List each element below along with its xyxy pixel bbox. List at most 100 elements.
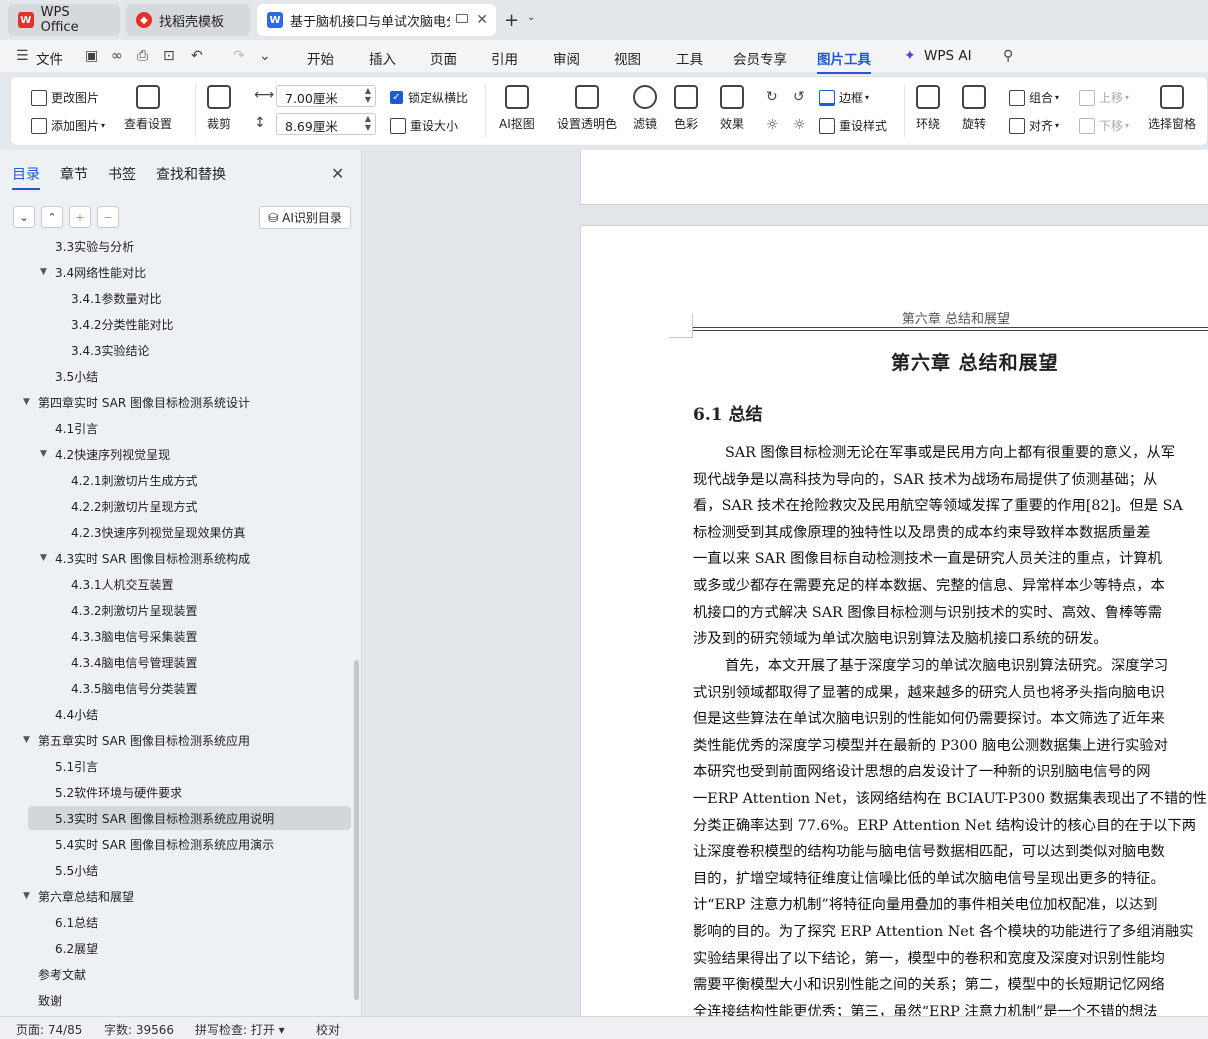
toc-item[interactable]: 4.2.3快速序列视觉呈现效果仿真 bbox=[0, 520, 355, 544]
menu-tools[interactable]: 工具 bbox=[676, 48, 703, 68]
change-picture-button[interactable]: 更改图片 bbox=[31, 89, 99, 106]
redo-icon[interactable]: ↷ bbox=[233, 48, 245, 64]
toc-item[interactable]: 5.2软件环境与硬件要求 bbox=[0, 780, 355, 804]
print-icon[interactable]: ⎙ bbox=[137, 48, 148, 64]
sidebar-scrollbar[interactable] bbox=[354, 660, 359, 1000]
align-button[interactable]: 对齐 ▾ bbox=[1009, 117, 1059, 134]
move-up-button[interactable]: 上移 ▾ bbox=[1079, 89, 1129, 106]
remove-heading-button[interactable]: − bbox=[97, 206, 119, 228]
menu-home[interactable]: 开始 bbox=[307, 48, 334, 68]
tab-template[interactable]: ◆ 找稻壳模板 bbox=[126, 4, 250, 36]
filter-button[interactable]: 滤镜 bbox=[633, 85, 657, 132]
collapse-up-button[interactable]: ⌃ bbox=[41, 206, 63, 228]
toc-item[interactable]: 4.3.3脑电信号采集装置 bbox=[0, 624, 355, 648]
menu-wps-ai[interactable]: WPS AI bbox=[924, 48, 972, 64]
menu-insert[interactable]: 插入 bbox=[369, 48, 396, 68]
print-preview-icon[interactable]: ⊡ bbox=[163, 48, 175, 64]
toc-item[interactable]: 3.5小结 bbox=[0, 364, 355, 388]
toc-item[interactable]: 5.1引言 bbox=[0, 754, 355, 778]
menu-file[interactable]: 文件 bbox=[36, 48, 63, 68]
toc-item[interactable]: 4.3.5脑电信号分类装置 bbox=[0, 676, 355, 700]
color-button[interactable]: 色彩 bbox=[674, 85, 698, 132]
move-down-button[interactable]: 下移 ▾ bbox=[1079, 117, 1129, 134]
width-input[interactable]: 7.00厘米 ▲ ▼ bbox=[276, 85, 376, 107]
tab-bookmarks[interactable]: 书签 bbox=[108, 164, 136, 184]
height-input[interactable]: 8.69厘米 ▲ ▼ bbox=[276, 113, 376, 135]
menu-member[interactable]: 会员专享 bbox=[733, 48, 787, 68]
expand-arrow-icon[interactable]: ▼ bbox=[23, 891, 30, 901]
tab-chapters[interactable]: 章节 bbox=[60, 164, 88, 184]
selection-pane-button[interactable]: 选择窗格 bbox=[1148, 85, 1196, 132]
brightness-down-icon[interactable]: ☼ bbox=[793, 117, 806, 133]
menu-review[interactable]: 审阅 bbox=[553, 48, 580, 68]
toc-item[interactable]: 4.3.4脑电信号管理装置 bbox=[0, 650, 355, 674]
close-sidebar-icon[interactable]: ✕ bbox=[331, 164, 344, 183]
toc-item[interactable]: ▼ 4.2快速序列视觉呈现 bbox=[0, 442, 355, 466]
expand-arrow-icon[interactable]: ▼ bbox=[40, 553, 47, 563]
stepper-icon[interactable]: ▲ ▼ bbox=[365, 86, 371, 104]
toc-item[interactable]: ▼ 第六章总结和展望 bbox=[0, 884, 355, 908]
border-button[interactable]: 边框 ▾ bbox=[819, 89, 869, 106]
tab-document[interactable]: W 基于脑机接口与单试次脑电分 ✕ bbox=[257, 4, 496, 36]
toc-item[interactable]: 4.2.1刺激切片生成方式 bbox=[0, 468, 355, 492]
toc-item[interactable]: ▼ 第五章实时 SAR 图像目标检测系统应用 bbox=[0, 728, 355, 752]
menu-picture-tools[interactable]: 图片工具 bbox=[817, 48, 871, 74]
toc-item[interactable]: ▼ 3.4网络性能对比 bbox=[0, 260, 355, 284]
ai-toc-button[interactable]: ⛁ AI识别目录 bbox=[259, 206, 351, 229]
stepper-icon[interactable]: ▲ ▼ bbox=[365, 114, 371, 132]
chevron-down-icon[interactable]: ⌄ bbox=[527, 12, 535, 23]
set-transparent-button[interactable]: 设置透明色 bbox=[557, 85, 617, 132]
hamburger-icon[interactable]: ☰ bbox=[16, 48, 29, 64]
collapse-down-button[interactable]: ⌄ bbox=[13, 206, 35, 228]
spell-check-toggle[interactable]: 拼写检查: 打开 ▾ bbox=[195, 1021, 285, 1038]
tab-wps-office[interactable]: W WPS Office bbox=[8, 4, 120, 36]
rotate-left-icon[interactable]: ↻ bbox=[766, 89, 778, 105]
expand-arrow-icon[interactable]: ▼ bbox=[40, 449, 47, 459]
toc-item[interactable]: 致谢 bbox=[0, 988, 355, 1012]
new-tab-icon[interactable]: + bbox=[504, 10, 519, 31]
expand-arrow-icon[interactable]: ▼ bbox=[23, 397, 30, 407]
save-icon[interactable]: ▣ bbox=[85, 48, 98, 64]
reset-style-button[interactable]: 重设样式 bbox=[819, 117, 887, 134]
toc-item[interactable]: 4.4小结 bbox=[0, 702, 355, 726]
tab-find-replace[interactable]: 查找和替换 bbox=[156, 164, 226, 184]
toc-item[interactable]: 4.2.2刺激切片呈现方式 bbox=[0, 494, 355, 518]
effect-button[interactable]: 效果 bbox=[720, 85, 744, 132]
rotate-right-icon[interactable]: ↺ bbox=[793, 89, 805, 105]
group-button[interactable]: 组合 ▾ bbox=[1009, 89, 1059, 106]
toc-item[interactable]: 5.5小结 bbox=[0, 858, 355, 882]
crop-button[interactable]: 裁剪 bbox=[207, 85, 231, 132]
toc-item[interactable]: 5.3实时 SAR 图像目标检测系统应用说明 bbox=[28, 806, 351, 830]
toc-item[interactable]: 6.2展望 bbox=[0, 936, 355, 960]
toc-item[interactable]: ▼ 第四章实时 SAR 图像目标检测系统设计 bbox=[0, 390, 355, 414]
toc-item[interactable]: 6.1总结 bbox=[0, 910, 355, 934]
menu-reference[interactable]: 引用 bbox=[491, 48, 518, 68]
toc-item[interactable]: 3.4.2分类性能对比 bbox=[0, 312, 355, 336]
undo-icon[interactable]: ↶ bbox=[191, 48, 203, 64]
close-tab-icon[interactable]: ✕ bbox=[476, 12, 488, 28]
page-indicator[interactable]: 页面: 74/85 bbox=[16, 1021, 82, 1038]
lock-ratio-checkbox[interactable]: ✓ 锁定纵横比 bbox=[390, 89, 468, 106]
toc-item[interactable]: 3.4.1参数量对比 bbox=[0, 286, 355, 310]
toc-item[interactable]: 4.3.1人机交互装置 bbox=[0, 572, 355, 596]
reset-size-button[interactable]: 重设大小 bbox=[390, 117, 458, 134]
monitor-icon[interactable] bbox=[456, 14, 468, 23]
toc-item[interactable]: 5.4实时 SAR 图像目标检测系统应用演示 bbox=[0, 832, 355, 856]
expand-arrow-icon[interactable]: ▼ bbox=[23, 735, 30, 745]
document-canvas[interactable]: 第六章 总结和展望 第六章 总结和展望 6.1 总结 SAR 图像目标检测无论在… bbox=[363, 150, 1208, 1016]
wrap-button[interactable]: 环绕 bbox=[916, 85, 940, 132]
more-icon[interactable]: ⌄ bbox=[259, 48, 271, 64]
ai-cutout-button[interactable]: AI抠图 bbox=[499, 85, 535, 132]
toc-item[interactable]: ▼ 4.3实时 SAR 图像目标检测系统构成 bbox=[0, 546, 355, 570]
expand-arrow-icon[interactable]: ▼ bbox=[40, 267, 47, 277]
brightness-up-icon[interactable]: ☼ bbox=[766, 117, 779, 133]
menu-view[interactable]: 视图 bbox=[614, 48, 641, 68]
rotate-button[interactable]: 旋转 bbox=[962, 85, 986, 132]
add-heading-button[interactable]: + bbox=[69, 206, 91, 228]
toc-item[interactable]: 4.3.2刺激切片呈现装置 bbox=[0, 598, 355, 622]
search-icon[interactable]: ⚲ bbox=[1003, 48, 1013, 64]
word-count[interactable]: 字数: 39566 bbox=[104, 1021, 174, 1038]
tab-toc[interactable]: 目录 bbox=[12, 164, 40, 190]
add-picture-button[interactable]: 添加图片 ▾ bbox=[31, 117, 105, 134]
toc-item[interactable]: 参考文献 bbox=[0, 962, 355, 986]
